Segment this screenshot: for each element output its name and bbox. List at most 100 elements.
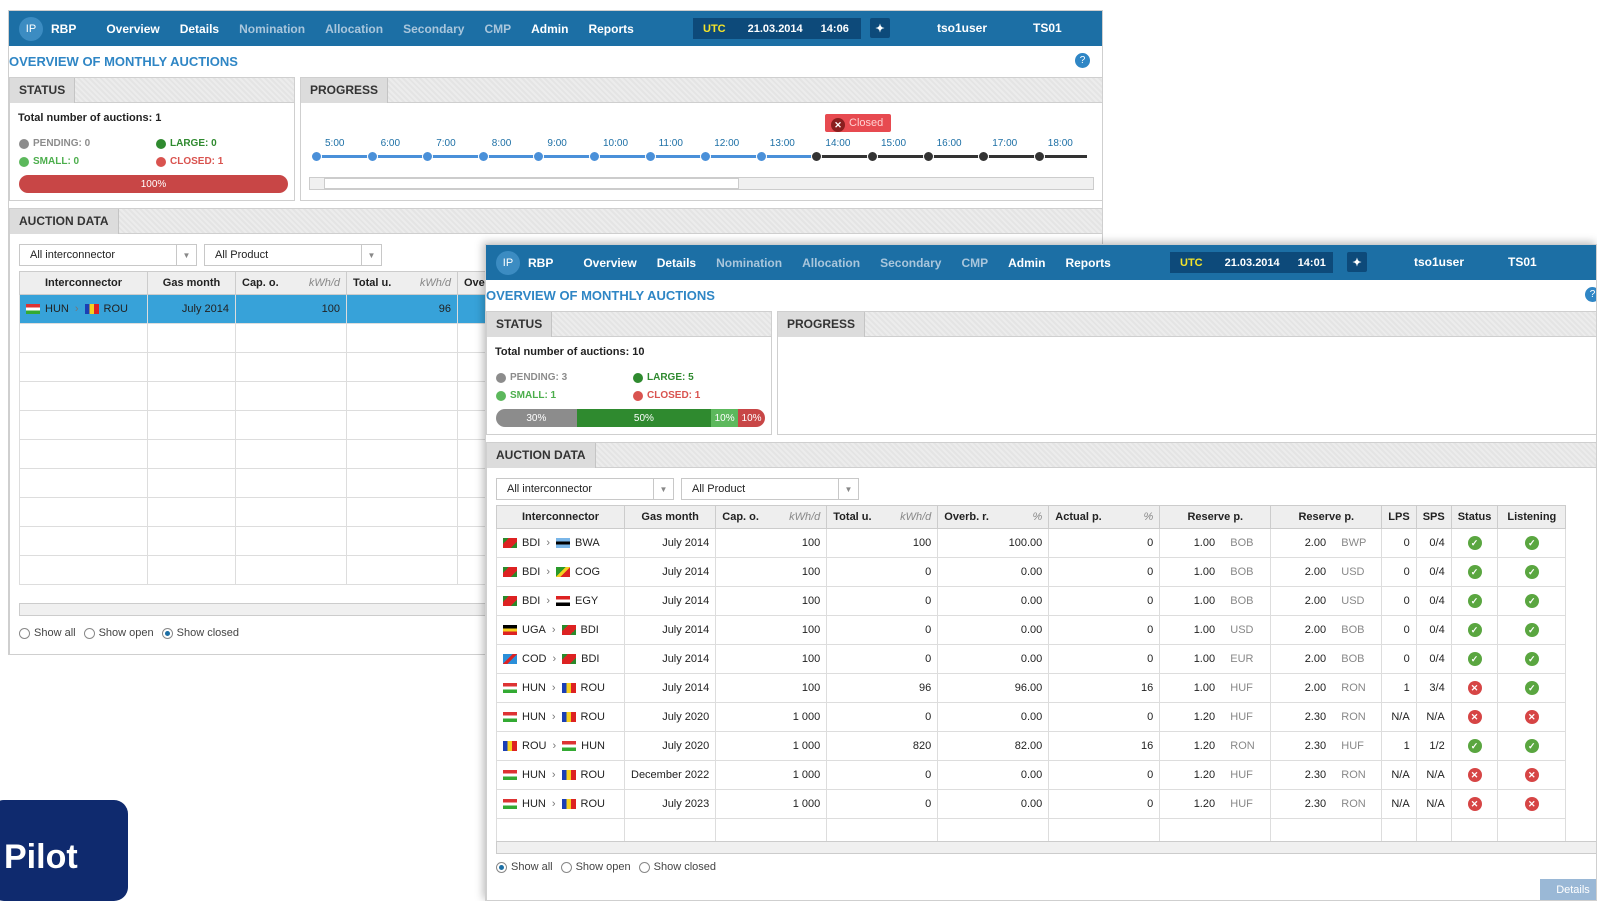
time-node[interactable] (477, 151, 489, 162)
time-node[interactable] (867, 151, 878, 162)
table-row[interactable]: HUN › ROU July 2020 1 000 0 0.00 0 1.20 HUF 2.30 … (496, 702, 1567, 732)
table-row[interactable]: HUN › ROU July 2023 1 000 0 0.00 0 1.20 HUF 2.30 … (496, 789, 1567, 819)
nav-cmp[interactable]: CMP (961, 256, 988, 270)
nav-secondary[interactable]: Secondary (403, 22, 464, 36)
nav-allocation[interactable]: Allocation (802, 256, 860, 270)
gas-month: July 2014 (623, 528, 717, 558)
details-button[interactable]: Details (1540, 879, 1596, 900)
table-row[interactable]: HUN › ROU July 2014 100 96 (19, 294, 498, 324)
nav-nomination[interactable]: Nomination (239, 22, 305, 36)
radio-show-open[interactable]: Show open (83, 627, 154, 639)
nav-reports[interactable]: Reports (1065, 256, 1110, 270)
table-scrollbar[interactable] (19, 603, 489, 616)
actual-price: 0 (1048, 789, 1161, 819)
nav-cmp[interactable]: CMP (484, 22, 511, 36)
col-actual-price[interactable]: Actual p.% (1048, 505, 1161, 529)
username[interactable]: tso1user (1414, 255, 1464, 269)
col-listening[interactable]: Listening (1497, 505, 1567, 529)
time-node[interactable] (366, 151, 378, 162)
time-node[interactable] (589, 151, 600, 162)
timeline-scrollbar[interactable] (309, 177, 1094, 190)
table-row[interactable]: HUN › ROU July 2014 100 96 96.00 16 1.00 HUF 2.00… (496, 673, 1567, 703)
time-node[interactable] (311, 151, 322, 162)
listening-cell[interactable]: ✓ (1497, 673, 1567, 703)
status-cell: ✓ (1450, 615, 1499, 645)
time-node[interactable] (533, 151, 545, 162)
table-row[interactable]: UGA › BDI July 2014 100 0 0.00 0 1.00 USD 2.00 BO… (496, 615, 1567, 645)
listening-cell[interactable]: ✕ (1497, 789, 1567, 819)
nav-allocation[interactable]: Allocation (325, 22, 383, 36)
listening-cell[interactable]: ✓ (1497, 731, 1567, 761)
listening-cell[interactable]: ✓ (1497, 644, 1567, 674)
time-node[interactable] (811, 151, 823, 162)
from-country: BDI (522, 595, 541, 607)
time-node[interactable] (978, 151, 990, 162)
nav-overview[interactable]: Overview (106, 22, 159, 36)
scroll-thumb[interactable] (324, 178, 739, 189)
help-icon[interactable]: ? (1585, 287, 1596, 302)
radio-show-open[interactable]: Show open (560, 861, 631, 873)
listening-cell[interactable]: ✓ (1497, 557, 1567, 587)
col-reserve-price-2[interactable]: Reserve p. (1270, 505, 1383, 529)
radio-show-closed[interactable]: Show closed (161, 627, 239, 639)
listening-cell[interactable]: ✓ (1497, 586, 1567, 616)
help-icon[interactable]: ? (1075, 53, 1090, 68)
table-row[interactable]: BDI › COG July 2014 100 0 0.00 0 1.00 BOB 2.00 US… (496, 557, 1567, 587)
reserve-price-2: 2.00 USD (1270, 557, 1383, 587)
col-gas-month[interactable]: Gas month (147, 271, 236, 295)
radio-show-all[interactable]: Show all (496, 861, 553, 873)
plug-icon[interactable]: ✦ (870, 18, 890, 38)
table-row[interactable]: BDI › EGY July 2014 100 0 0.00 0 1.00 BOB 2.00 US… (496, 586, 1567, 616)
gas-month: July 2014 (623, 557, 717, 587)
col-total[interactable]: Total u. kWh/d (346, 271, 458, 295)
col-interconnector[interactable]: Interconnector (496, 505, 625, 529)
table-row[interactable]: BDI › BWA July 2014 100 100 100.00 0 1.00 BOB 2.0… (496, 528, 1567, 558)
closed-segment: 100% (19, 175, 288, 193)
time-node[interactable] (1033, 151, 1045, 162)
col-total[interactable]: Total u. kWh/d (826, 505, 939, 529)
col-cap[interactable]: Cap. o. kWh/d (235, 271, 347, 295)
time-node[interactable] (755, 151, 767, 162)
nav-overview[interactable]: Overview (583, 256, 636, 270)
col-overbooking[interactable]: Overb. r.% (937, 505, 1050, 529)
nav-secondary[interactable]: Secondary (880, 256, 941, 270)
time-node[interactable] (700, 151, 712, 162)
product-select[interactable]: All Product ▼ (681, 478, 859, 500)
listening-cell[interactable]: ✕ (1497, 702, 1567, 732)
interconnector-select[interactable]: All interconnector ▼ (19, 244, 197, 266)
flag-to-icon (561, 799, 576, 810)
col-gas-month[interactable]: Gas month (623, 505, 717, 529)
logo[interactable]: IP RBP (496, 250, 553, 275)
username[interactable]: tso1user (937, 21, 987, 35)
product-select[interactable]: All Product ▼ (204, 244, 382, 266)
listening-cell[interactable]: ✓ (1497, 528, 1567, 558)
table-row[interactable]: COD › BDI July 2014 100 0 0.00 0 1.00 EUR 2.00 BO… (496, 644, 1567, 674)
table-row[interactable]: HUN › ROU December 2022 1 000 0 0.00 0 1.20 HUF 2… (496, 760, 1567, 790)
listening-cell[interactable]: ✓ (1497, 615, 1567, 645)
radio-show-closed[interactable]: Show closed (638, 861, 716, 873)
col-lps[interactable]: LPS (1381, 505, 1417, 529)
radio-show-all[interactable]: Show all (19, 627, 76, 639)
nav-nomination[interactable]: Nomination (716, 256, 782, 270)
nav-reports[interactable]: Reports (588, 22, 633, 36)
listening-cell[interactable]: ✕ (1497, 760, 1567, 790)
col-sps[interactable]: SPS (1415, 505, 1452, 529)
nav-admin[interactable]: Admin (531, 22, 568, 36)
nav-admin[interactable]: Admin (1008, 256, 1045, 270)
col-status[interactable]: Status (1450, 505, 1499, 529)
col-interconnector[interactable]: Interconnector (19, 271, 148, 295)
logo[interactable]: IP RBP (19, 16, 76, 41)
timeline[interactable]: 5:00 6:00 7:00 8:00 9:00 10:00 11:00 12:00 13:00… (309, 138, 1089, 162)
plug-icon[interactable]: ✦ (1347, 252, 1367, 272)
time-node[interactable] (422, 151, 434, 162)
time-node[interactable] (922, 151, 934, 162)
interconnector-select[interactable]: All interconnector ▼ (496, 478, 674, 500)
from-country: HUN (522, 682, 546, 694)
col-reserve-price-1[interactable]: Reserve p. (1159, 505, 1272, 529)
table-row[interactable]: ROU › HUN July 2020 1 000 820 82.00 16 1.20 RON 2… (496, 731, 1567, 761)
table-scrollbar[interactable] (496, 841, 1596, 854)
time-node[interactable] (644, 151, 656, 162)
nav-details[interactable]: Details (657, 256, 696, 270)
nav-details[interactable]: Details (180, 22, 219, 36)
col-cap[interactable]: Cap. o. kWh/d (715, 505, 828, 529)
